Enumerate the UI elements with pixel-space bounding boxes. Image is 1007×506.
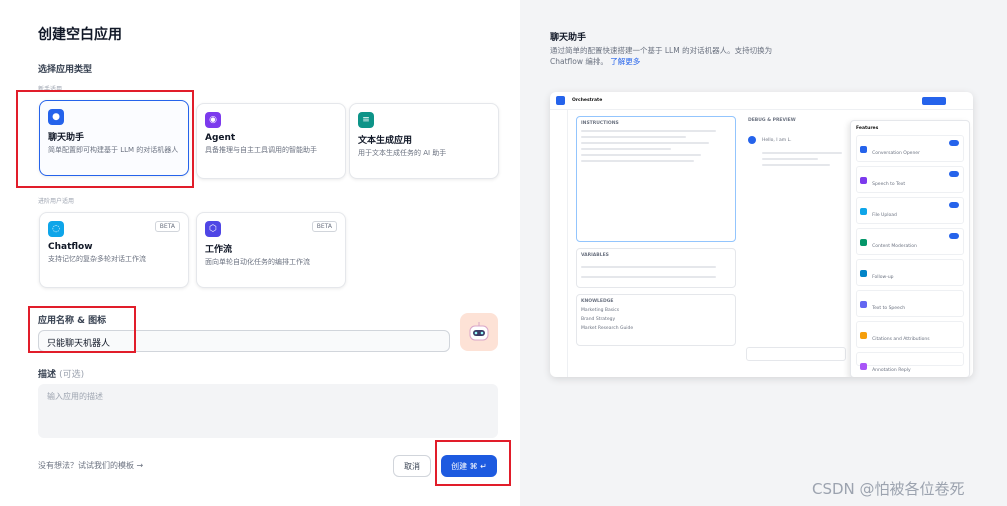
learn-more-link[interactable]: 了解更多: [610, 57, 640, 66]
section-app-type: 选择应用类型: [38, 65, 93, 75]
chat-input: [746, 347, 846, 361]
app-icon-avatar[interactable]: [460, 313, 498, 351]
template-link[interactable]: 没有想法？试试我们的模板 →: [38, 460, 143, 471]
preview-sidebar: [550, 110, 568, 377]
highlight-chat-card: [16, 90, 194, 188]
cancel-button[interactable]: 取消: [393, 455, 431, 477]
robot-icon: ◉: [205, 112, 221, 128]
highlight-name-field: [28, 306, 136, 353]
workflow-icon: ⬡: [205, 221, 221, 237]
card-text-generation[interactable]: ≡ 文本生成应用 用于文本生成任务的 AI 助手: [349, 103, 499, 179]
greeting-lines: [762, 148, 842, 170]
card-agent[interactable]: ◉ Agent 具备推理与自主工具调用的智能助手: [196, 103, 346, 179]
robot-avatar-icon: [469, 322, 489, 341]
app-logo-icon: [556, 96, 565, 105]
card-desc: 支持记忆的复杂多轮对话工作流: [48, 255, 146, 263]
preview-app-name: Orchestrate: [572, 98, 603, 103]
card-workflow[interactable]: ⬡ BETA 工作流 面向单轮自动化任务的编排工作流: [196, 212, 346, 288]
preview-title: 聊天助手: [550, 33, 587, 43]
card-chatflow[interactable]: ◌ BETA Chatflow 支持记忆的复杂多轮对话工作流: [39, 212, 189, 288]
card-name: 工作流: [205, 245, 233, 255]
preview-description: 通过简单的配置快速搭建一个基于 LLM 的对话机器人。支持切换为 Chatflo…: [550, 46, 773, 67]
card-desc: 用于文本生成任务的 AI 助手: [358, 149, 447, 157]
page-title: 创建空白应用: [38, 27, 122, 43]
variables-block: VARIABLES: [576, 248, 736, 288]
knowledge-block: KNOWLEDGE Marketing Basics Brand Strateg…: [576, 294, 736, 346]
create-app-panel: 创建空白应用 选择应用类型 新手适用 ● 聊天助手 简单配置即可构建基于 LLM…: [0, 0, 520, 506]
beta-badge: BETA: [154, 221, 180, 232]
group-advanced-label: 进阶用户适用: [38, 198, 75, 205]
app-preview-image: Orchestrate INSTRUCTIONS VARIABLES KNOWL…: [550, 92, 973, 377]
desc-label: 描述 (可选): [38, 370, 85, 380]
text-icon: ≡: [358, 112, 374, 128]
description-textarea[interactable]: 输入应用的描述: [38, 384, 498, 438]
csdn-watermark: CSDN @怕被各位卷死: [812, 480, 965, 498]
card-name: 文本生成应用: [358, 136, 413, 146]
highlight-create-button: [435, 440, 511, 486]
card-name: Agent: [205, 133, 236, 143]
card-name: Chatflow: [48, 242, 93, 252]
instructions-block: INSTRUCTIONS: [576, 116, 736, 242]
flow-icon: ◌: [48, 221, 64, 237]
beta-badge: BETA: [311, 221, 337, 232]
publish-button: [922, 97, 946, 105]
card-desc: 面向单轮自动化任务的编排工作流: [205, 258, 310, 266]
greeting-text: Hello, I am L.: [762, 138, 792, 143]
debug-preview-label: DEBUG & PREVIEW: [748, 118, 796, 123]
card-desc: 具备推理与自主工具调用的智能助手: [205, 146, 317, 154]
features-panel: Features Conversation Opener Speech to T…: [850, 120, 970, 377]
preview-topbar: Orchestrate: [550, 92, 973, 110]
bot-avatar-icon: [748, 136, 756, 144]
